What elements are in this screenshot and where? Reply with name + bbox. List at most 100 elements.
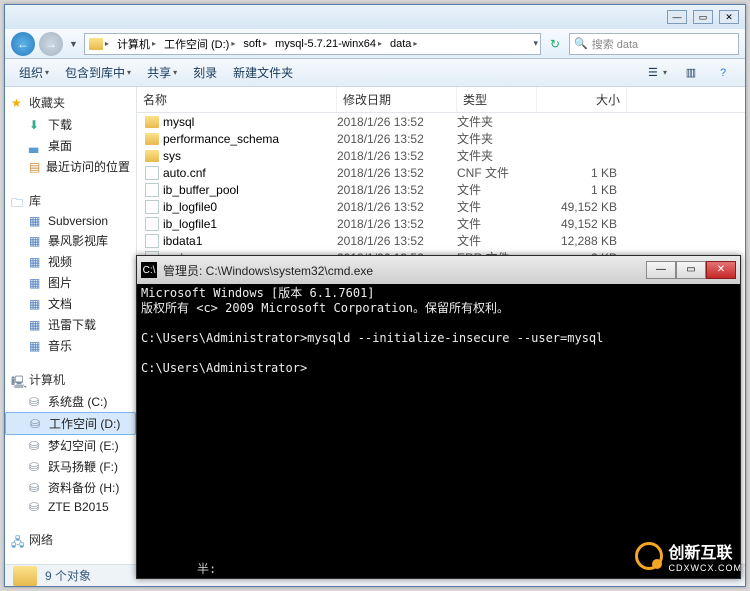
file-icon [145,166,159,180]
watermark-brand: 创新互联 [669,545,733,562]
breadcrumb-seg: soft▸ [239,38,271,50]
file-type: 文件 [457,215,537,232]
navbar: ← → ▼ ▸ 计算机▸ 工作空间 (D:)▸ soft▸ mysql-5.7.… [5,29,745,59]
refresh-button[interactable]: ↻ [545,34,565,54]
file-icon [145,234,159,248]
file-type: 文件夹 [457,147,537,164]
address-dropdown-icon[interactable]: ▾ [531,38,540,49]
sidebar-item-drive-c[interactable]: ⛁系统盘 (C:) [5,391,136,412]
help-button[interactable]: ? [709,63,737,83]
view-button[interactable]: ☰▾ [639,63,673,83]
col-name[interactable]: 名称 [137,87,337,112]
search-input[interactable]: 🔍 搜索 data [569,33,739,55]
file-name: ibdata1 [163,234,202,248]
file-date: 2018/1/26 13:52 [337,234,457,248]
cmd-title: 管理员: C:\Windows\system32\cmd.exe [163,262,646,279]
folder-icon [145,133,159,145]
table-row[interactable]: mysql2018/1/26 13:52文件夹 [137,113,745,130]
col-date[interactable]: 修改日期 [337,87,457,112]
sidebar-item[interactable]: ▦文档 [5,293,136,314]
breadcrumb-seg: 工作空间 (D:)▸ [160,36,239,52]
col-type[interactable]: 类型 [457,87,537,112]
toolbar: 组织▾ 包含到库中▾ 共享▾ 刻录 新建文件夹 ☰▾ ▥ ? [5,59,745,87]
breadcrumb-seg: mysql-5.7.21-winx64▸ [271,38,386,50]
col-size[interactable]: 大小 [537,87,627,112]
cmd-icon: C:\ [141,262,157,278]
sidebar-item-drive-h[interactable]: ⛁资料备份 (H:) [5,477,136,498]
sidebar-item-downloads[interactable]: ⬇下载 [5,114,136,135]
file-date: 2018/1/26 13:52 [337,217,457,231]
sidebar-item-zte[interactable]: ⛁ZTE B2015 [5,498,136,516]
sidebar-item[interactable]: ▦音乐 [5,335,136,356]
maximize-button[interactable]: ▭ [693,10,713,24]
cmd-minimize-button[interactable]: — [646,261,676,279]
cmd-window: C:\ 管理员: C:\Windows\system32\cmd.exe — ▭… [136,255,741,579]
file-date: 2018/1/26 13:52 [337,183,457,197]
cmd-maximize-button[interactable]: ▭ [676,261,706,279]
forward-button[interactable]: → [39,32,63,56]
folder-icon [145,150,159,162]
explorer-titlebar: — ▭ ✕ [5,5,745,29]
file-name: sys [163,149,181,163]
organize-button[interactable]: 组织▾ [13,62,55,83]
table-row[interactable]: sys2018/1/26 13:52文件夹 [137,147,745,164]
file-name: ib_logfile1 [163,217,217,231]
computer-header[interactable]: 🖳计算机 [5,368,136,391]
sidebar-item-drive-d[interactable]: ⛁工作空间 (D:) [5,412,136,435]
watermark-icon [635,542,663,570]
table-row[interactable]: ibdata12018/1/26 13:52文件12,288 KB [137,232,745,249]
file-icon [145,217,159,231]
file-size: 1 KB [537,183,627,197]
sidebar-item[interactable]: ▦图片 [5,272,136,293]
sidebar-item[interactable]: ▦迅雷下载 [5,314,136,335]
sidebar-item[interactable]: ▦视频 [5,251,136,272]
table-row[interactable]: auto.cnf2018/1/26 13:52CNF 文件1 KB [137,164,745,181]
watermark-sub: CDXWCX.COM [669,563,743,573]
cmd-titlebar[interactable]: C:\ 管理员: C:\Windows\system32\cmd.exe — ▭… [137,256,740,284]
cmd-close-button[interactable]: ✕ [706,261,736,279]
file-date: 2018/1/26 13:52 [337,132,457,146]
back-button[interactable]: ← [11,32,35,56]
close-button[interactable]: ✕ [719,10,739,24]
file-type: 文件 [457,198,537,215]
watermark: 创新互联 CDXWCX.COM [635,539,743,573]
table-row[interactable]: ib_buffer_pool2018/1/26 13:52文件1 KB [137,181,745,198]
include-button[interactable]: 包含到库中▾ [59,62,137,83]
file-size: 49,152 KB [537,200,627,214]
address-bar[interactable]: ▸ 计算机▸ 工作空间 (D:)▸ soft▸ mysql-5.7.21-win… [84,33,541,55]
minimize-button[interactable]: — [667,10,687,24]
table-row[interactable]: ib_logfile0 2018/1/26 13:52文件49,152 KB [137,198,745,215]
libraries-header[interactable]: 🗀库 [5,189,136,212]
file-icon [145,200,159,214]
search-icon: 🔍 [574,37,588,50]
file-size: 49,152 KB [537,217,627,231]
file-size: 1 KB [537,166,627,180]
share-button[interactable]: 共享▾ [141,62,183,83]
newfolder-button[interactable]: 新建文件夹 [227,62,299,83]
file-type: 文件夹 [457,113,537,130]
file-date: 2018/1/26 13:52 [337,200,457,214]
breadcrumb-seg: data▸ [386,38,421,50]
file-name: ib_logfile0 [163,200,217,214]
sidebar-item[interactable]: ▦Subversion [5,212,136,230]
file-date: 2018/1/26 13:52 [337,115,457,129]
history-dropdown-icon[interactable]: ▼ [67,39,80,49]
sidebar-item-desktop[interactable]: ▃桌面 [5,135,136,156]
table-row[interactable]: performance_schema2018/1/26 13:52文件夹 [137,130,745,147]
file-icon [145,183,159,197]
sidebar-item-drive-e[interactable]: ⛁梦幻空间 (E:) [5,435,136,456]
table-row[interactable]: ib_logfile1 2018/1/26 13:52文件49,152 KB [137,215,745,232]
sidebar-item-drive-f[interactable]: ⛁跃马扬鞭 (F:) [5,456,136,477]
sidebar-item[interactable]: ▦暴风影视库 [5,230,136,251]
sidebar-item-recent[interactable]: ▤最近访问的位置 [5,156,136,177]
file-type: CNF 文件 [457,164,537,181]
preview-pane-button[interactable]: ▥ [677,63,705,83]
favorites-header[interactable]: ★收藏夹 [5,91,136,114]
network-header[interactable]: 🖧网络 [5,528,136,551]
file-rows: mysql2018/1/26 13:52文件夹performance_schem… [137,113,745,266]
burn-button[interactable]: 刻录 [187,62,223,83]
cmd-output[interactable]: Microsoft Windows [版本 6.1.7601] 版权所有 <c>… [137,284,740,560]
file-type: 文件夹 [457,130,537,147]
file-type: 文件 [457,232,537,249]
file-name: auto.cnf [163,166,206,180]
